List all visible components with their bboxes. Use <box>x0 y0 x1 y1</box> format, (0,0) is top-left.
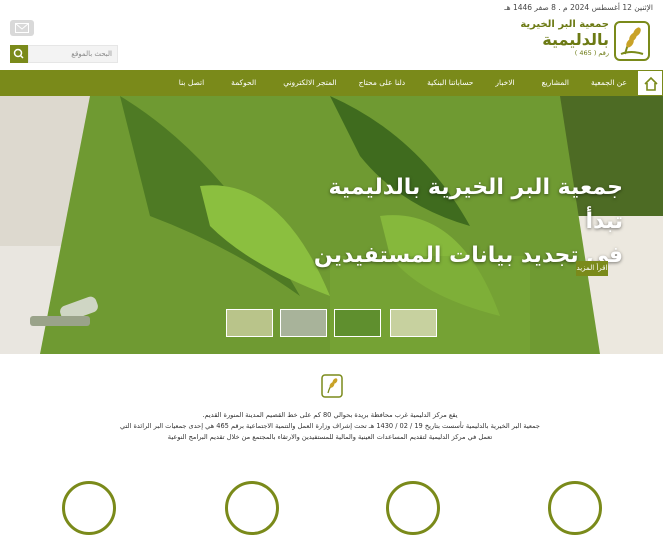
nav-item-about[interactable]: عن الجمعية <box>591 70 627 96</box>
logo-title-line2: بالدليمية <box>542 30 609 49</box>
logo-registration: رقم ( 465 ) <box>574 49 609 57</box>
feature-circle[interactable] <box>225 481 279 535</box>
about-line: يقع مركز الدليمية غرب محافظة بريدة بحوال… <box>202 411 458 419</box>
nav-item-governance[interactable]: الحوكمة <box>231 70 256 96</box>
current-date: الإثنين 12 أغسطس 2024 م . 8 صفر 1446 هـ <box>504 3 653 12</box>
slider-thumbnail[interactable] <box>226 309 273 337</box>
about-section: يقع مركز الدليمية غرب محافظة بريدة بحوال… <box>0 354 663 535</box>
search-input[interactable] <box>28 45 118 63</box>
main-nav: عن الجمعية المشاريع الاخبار حساباتنا الب… <box>0 70 663 96</box>
nav-item-projects[interactable]: المشاريع <box>542 70 569 96</box>
home-button[interactable] <box>637 70 663 96</box>
nav-item-report-needy[interactable]: دلنا على محتاج <box>359 70 405 96</box>
home-icon <box>644 76 658 91</box>
hero-title: جمعية البر الخيرية بالدليمية تبدأ في تجد… <box>293 171 623 273</box>
feature-circle[interactable] <box>386 481 440 535</box>
about-line: جمعية البر الخيرية بالدليمية تأسست بتاري… <box>120 422 540 430</box>
hero-title-line2: في تجديد بيانات المستفيدين <box>313 243 623 268</box>
top-header: الإثنين 12 أغسطس 2024 م . 8 صفر 1446 هـ … <box>0 0 663 70</box>
hero-title-line1: جمعية البر الخيرية بالدليمية تبدأ <box>328 175 623 234</box>
read-more-button[interactable]: اقرأ المزيد <box>576 261 608 276</box>
search-form <box>10 45 118 63</box>
feature-circle[interactable] <box>62 481 116 535</box>
wheat-emblem-icon <box>321 374 343 398</box>
nav-item-news[interactable]: الاخبار <box>495 70 514 96</box>
search-button[interactable] <box>10 45 28 63</box>
nav-item-contact[interactable]: اتصل بنا <box>179 70 204 96</box>
nav-item-bank-accounts[interactable]: حساباتنا البنكية <box>427 70 473 96</box>
slider-thumbnail[interactable] <box>390 309 437 337</box>
slider-thumbnail[interactable] <box>280 309 327 337</box>
search-icon <box>13 48 24 59</box>
wheat-emblem-icon <box>613 20 651 62</box>
email-button[interactable] <box>10 20 34 36</box>
about-line: تعمل في مركز الدليمية لتقديم المساعدات ا… <box>167 433 493 441</box>
nav-item-e-store[interactable]: المتجر الالكتروني <box>283 70 336 96</box>
slider-thumbnail[interactable] <box>334 309 381 337</box>
site-logo[interactable]: جمعية البر الخيرية بالدليمية رقم ( 465 ) <box>511 18 651 68</box>
feature-circle[interactable] <box>548 481 602 535</box>
about-description: يقع مركز الدليمية غرب محافظة بريدة بحوال… <box>70 410 590 443</box>
slider-thumbnails <box>226 309 438 339</box>
hero-slider: جمعية البر الخيرية بالدليمية تبدأ في تجد… <box>0 96 663 354</box>
